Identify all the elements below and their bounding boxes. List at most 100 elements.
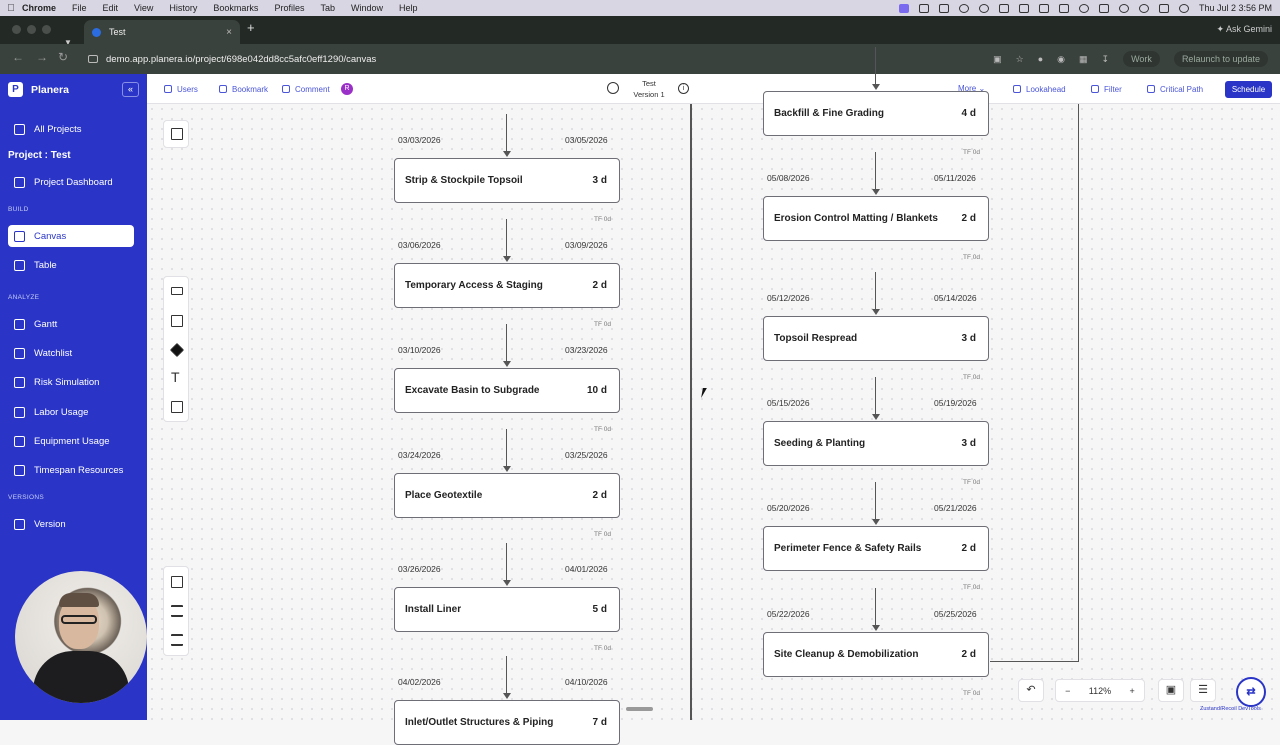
bookmark-button[interactable]: Bookmark: [219, 83, 268, 95]
tree-layout-icon[interactable]: [171, 128, 183, 140]
menu-bookmarks[interactable]: Bookmarks: [213, 3, 258, 13]
undo-button[interactable]: ↶: [1018, 679, 1044, 702]
notion-icon[interactable]: [998, 3, 1009, 13]
image-tool-icon[interactable]: [171, 401, 183, 413]
zoom-in-button[interactable]: +: [1130, 686, 1135, 696]
activity-node[interactable]: Backfill & Fine Grading 4 d: [763, 91, 989, 136]
activity-node[interactable]: Erosion Control Matting / Blankets 2 d: [763, 196, 989, 241]
activity-node[interactable]: Site Cleanup & Demobilization 2 d: [763, 632, 989, 677]
activity-node[interactable]: Seeding & Planting 3 d: [763, 421, 989, 466]
battery-icon[interactable]: [1098, 3, 1109, 13]
ask-gemini-button[interactable]: ✦ Ask Gemini: [1216, 24, 1272, 35]
activity-icon[interactable]: [1038, 3, 1049, 13]
relaunch-button[interactable]: Relaunch to update: [1173, 51, 1268, 67]
close-tab-icon[interactable]: ×: [226, 27, 232, 38]
forward-arrow-icon[interactable]: →: [36, 50, 48, 64]
schedule-button[interactable]: Schedule: [1225, 81, 1272, 98]
sidebar-item-equipment-usage[interactable]: Equipment Usage: [8, 430, 134, 452]
filter-button[interactable]: Filter: [1091, 83, 1122, 95]
menu-file[interactable]: File: [72, 3, 87, 13]
sidebar-item-all-projects[interactable]: All Projects: [8, 118, 134, 140]
sidebar-item-table[interactable]: Table: [8, 254, 134, 276]
siri-icon[interactable]: [1178, 3, 1189, 13]
critical-path-button[interactable]: Critical Path: [1147, 83, 1203, 95]
activity-node[interactable]: Perimeter Fence & Safety Rails 2 d: [763, 526, 989, 571]
window-close-dot[interactable]: [12, 25, 21, 34]
sidebar-item-risk-simulation[interactable]: Risk Simulation: [8, 371, 134, 393]
site-info-icon[interactable]: [88, 55, 98, 63]
sidebar-item-canvas[interactable]: Canvas: [8, 225, 134, 247]
download-icon[interactable]: ↧: [1102, 54, 1110, 65]
list-icon[interactable]: [171, 605, 183, 617]
network-canvas[interactable]: [147, 104, 1280, 720]
brand[interactable]: P Planera: [8, 82, 69, 97]
search-icon[interactable]: [607, 82, 619, 94]
menu-edit[interactable]: Edit: [103, 3, 119, 13]
spotlight-icon[interactable]: [1138, 3, 1149, 13]
brightness-icon[interactable]: [958, 3, 969, 13]
chatgpt-icon[interactable]: [978, 3, 989, 13]
collapse-sidebar-button[interactable]: «: [122, 82, 139, 97]
control-center-icon[interactable]: [1158, 3, 1169, 13]
zoom-app-icon[interactable]: [938, 3, 949, 13]
sidebar-item-project-dashboard[interactable]: Project Dashboard: [8, 171, 134, 193]
add-calendar-icon[interactable]: [171, 576, 183, 588]
screen-share-icon[interactable]: [898, 3, 909, 13]
lookahead-button[interactable]: Lookahead: [1013, 83, 1066, 95]
install-app-icon[interactable]: ▣: [993, 54, 1002, 65]
play-icon[interactable]: [1078, 3, 1089, 13]
reload-icon[interactable]: ↻: [58, 50, 68, 64]
grid-icon[interactable]: [918, 3, 929, 13]
header-block-tool-icon[interactable]: [171, 315, 183, 327]
milestone-diamond-icon[interactable]: [169, 342, 185, 358]
sidebar-item-version[interactable]: Version: [8, 513, 134, 535]
profile-work-button[interactable]: Work: [1123, 51, 1160, 67]
menubar-clock[interactable]: Thu Jul 2 3:56 PM: [1199, 3, 1272, 13]
extensions-puzzle-icon[interactable]: ▦: [1079, 54, 1088, 65]
window-zoom-dot[interactable]: [42, 25, 51, 34]
menu-tab[interactable]: Tab: [320, 3, 335, 13]
menu-history[interactable]: History: [169, 3, 197, 13]
settings-sliders-button[interactable]: ☰: [1190, 679, 1216, 702]
sidebar-item-watchlist[interactable]: Watchlist: [8, 342, 134, 364]
users-button[interactable]: Users: [164, 83, 198, 95]
extension-icon[interactable]: ●: [1038, 54, 1043, 64]
comment-button[interactable]: Comment: [282, 83, 330, 95]
zoom-level[interactable]: 112%: [1089, 686, 1111, 696]
menu-profiles[interactable]: Profiles: [274, 3, 304, 13]
menu-view[interactable]: View: [134, 3, 153, 13]
sidebar-item-labor-usage[interactable]: Labor Usage: [8, 401, 134, 423]
activity-node[interactable]: Temporary Access & Staging 2 d: [394, 263, 620, 308]
menu-app-name[interactable]: Chrome: [22, 3, 56, 13]
menu-window[interactable]: Window: [351, 3, 383, 13]
devtools-toggle-icon[interactable]: ⇄: [1236, 677, 1266, 707]
activity-node[interactable]: Excavate Basin to Subgrade 10 d: [394, 368, 620, 413]
activity-node[interactable]: Strip & Stockpile Topsoil 3 d: [394, 158, 620, 203]
window-minimize-dot[interactable]: [27, 25, 36, 34]
extension-2-icon[interactable]: ◉: [1057, 54, 1065, 65]
activity-node[interactable]: Install Liner 5 d: [394, 587, 620, 632]
browser-tab-active[interactable]: Test ×: [84, 20, 240, 44]
sidebar-item-timespan-resources[interactable]: Timespan Resources: [8, 459, 134, 481]
wifi-icon[interactable]: [1118, 3, 1129, 13]
activity-node[interactable]: Place Geotextile 2 d: [394, 473, 620, 518]
activity-node[interactable]: Inlet/Outlet Structures & Piping 7 d: [394, 700, 620, 745]
fit-view-button[interactable]: ▣: [1158, 679, 1184, 702]
apple-icon[interactable]: : [0, 3, 22, 14]
text-tool-icon[interactable]: T: [171, 369, 180, 385]
reorder-icon[interactable]: [171, 634, 183, 646]
horizontal-scrollbar[interactable]: [626, 707, 653, 711]
drive-icon[interactable]: [1018, 3, 1029, 13]
rectangle-tool-icon[interactable]: [171, 287, 183, 295]
bookmark-star-icon[interactable]: ☆: [1016, 54, 1024, 65]
new-tab-icon[interactable]: +: [247, 20, 255, 35]
version-selector[interactable]: Test Version 1: [628, 78, 670, 100]
menu-help[interactable]: Help: [399, 3, 418, 13]
back-arrow-icon[interactable]: ←: [12, 50, 24, 64]
activity-node[interactable]: Topsoil Respread 3 d: [763, 316, 989, 361]
avatar[interactable]: R: [341, 83, 353, 95]
url-field[interactable]: demo.app.planera.io/project/698e042dd8cc…: [80, 49, 1080, 69]
window-grid-icon[interactable]: [1058, 3, 1069, 13]
zoom-out-button[interactable]: −: [1065, 686, 1070, 696]
info-icon[interactable]: i: [678, 83, 689, 94]
